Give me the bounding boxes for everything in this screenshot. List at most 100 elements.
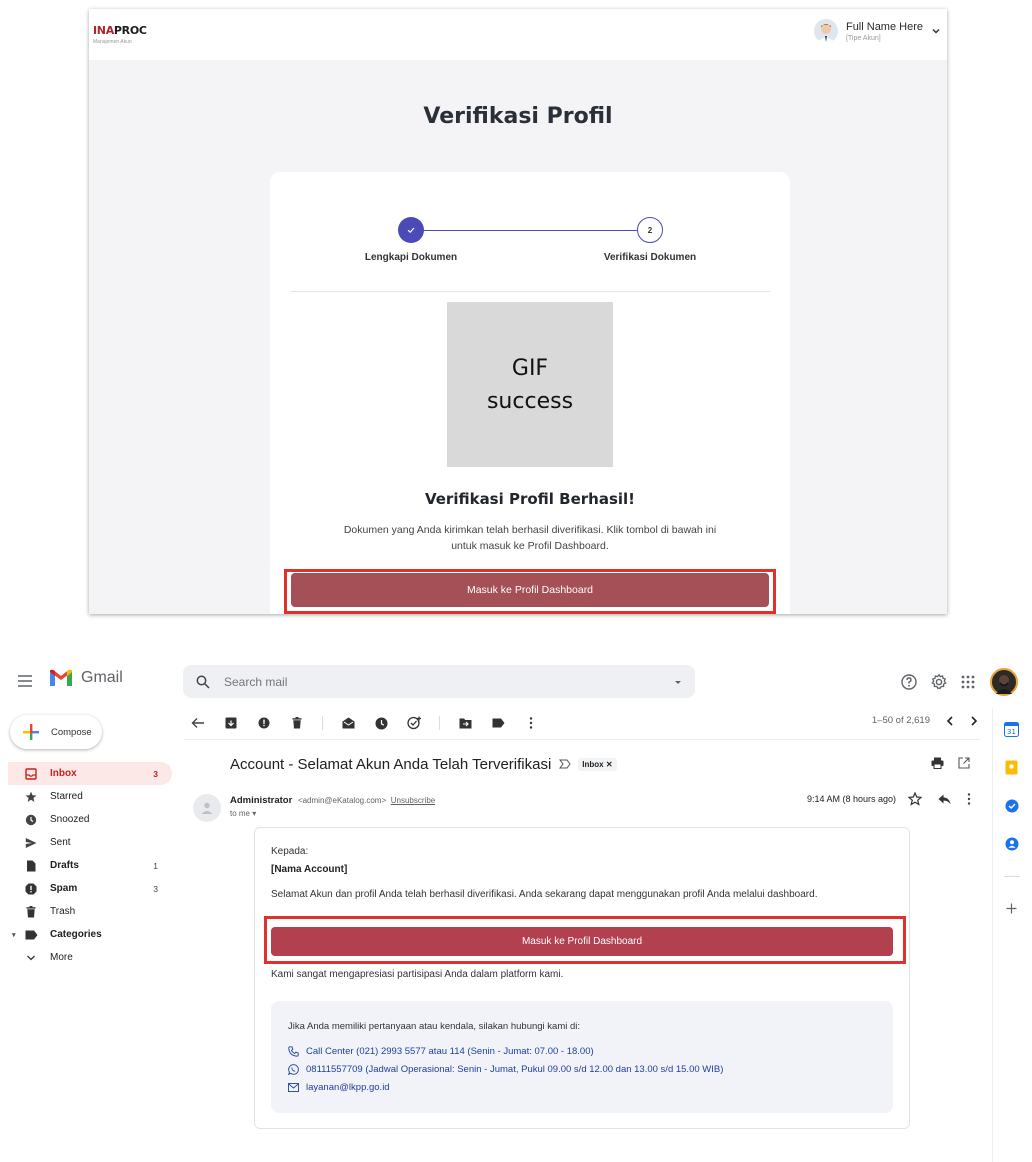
move-to-icon[interactable] — [457, 715, 473, 731]
compose-button[interactable]: Compose — [10, 715, 102, 749]
gmail-m-icon — [50, 669, 72, 686]
contacts-icon[interactable] — [1003, 835, 1020, 852]
mail-icon — [288, 1083, 299, 1092]
more-vert-icon[interactable] — [967, 793, 971, 805]
add-task-icon[interactable] — [406, 715, 422, 731]
contact-whatsapp[interactable]: 08111557709 (Jadwal Operasional: Senin -… — [288, 1064, 723, 1075]
open-in-new-window-icon[interactable] — [958, 757, 970, 769]
sidebar-item-inbox[interactable]: Inbox 3 — [8, 762, 172, 785]
gmail-window: Gmail Compose Inbox 3 Starred Snoozed — [0, 655, 1032, 1162]
message-meta: 9:14 AM (8 hours ago) — [807, 792, 971, 806]
sidebar-item-label: Starred — [50, 791, 83, 802]
recipient-details-toggle[interactable]: to me ▾ — [230, 809, 256, 818]
inbox-label-chip[interactable]: Inbox ✕ — [578, 757, 617, 771]
mark-unread-icon[interactable] — [340, 715, 356, 731]
email-body-card: Kepada: [Nama Account] Selamat Akun dan … — [254, 827, 910, 1129]
contact-intro: Jika Anda memiliki pertanyaan atau kenda… — [288, 1021, 581, 1032]
gmail-wordmark: Gmail — [81, 669, 123, 686]
print-icon[interactable] — [931, 757, 944, 769]
contact-email[interactable]: layanan@lkpp.go.id — [288, 1082, 390, 1093]
add-app-plus-icon[interactable] — [1003, 900, 1020, 917]
stepper-connector — [411, 230, 637, 231]
delete-icon[interactable] — [289, 715, 305, 731]
account-avatar[interactable] — [990, 668, 1018, 696]
gmail-logo[interactable]: Gmail — [49, 669, 123, 687]
message-toolbar: 1–50 of 2,619 — [190, 712, 980, 734]
highlight-box — [264, 916, 906, 964]
label-icon[interactable] — [490, 715, 506, 731]
search-bar[interactable] — [183, 665, 695, 698]
avatar — [813, 19, 838, 43]
label-icon — [24, 930, 38, 940]
importance-marker-icon[interactable] — [559, 759, 571, 769]
toolbar-separator — [439, 716, 440, 730]
search-options-icon[interactable] — [673, 677, 683, 687]
step-2-current: 2 — [637, 217, 663, 243]
inaproc-header: INAPROC Manajemen Akun Full Name Here [T… — [89, 9, 947, 60]
send-icon — [24, 837, 38, 849]
help-icon[interactable] — [900, 673, 918, 691]
user-name: Full Name Here — [845, 20, 923, 33]
gif-label-success: success — [486, 388, 574, 414]
user-account-type: [Tipe Akun] — [845, 34, 881, 42]
back-arrow-icon[interactable] — [190, 715, 206, 731]
search-icon[interactable] — [196, 675, 210, 689]
inaproc-logo[interactable]: INAPROC Manajemen Akun — [93, 21, 147, 45]
sidebar-item-snoozed[interactable]: Snoozed — [8, 808, 172, 831]
step-2-label: Verifikasi Dokumen — [603, 252, 697, 263]
chevron-right-icon[interactable] — [970, 715, 978, 726]
stepper: 2 Lengkapi Dokumen Verifikasi Dokumen — [270, 217, 790, 267]
expand-arrow-icon[interactable]: ▾ — [12, 931, 16, 939]
spam-icon — [24, 883, 38, 895]
pagination-range: 1–50 of 2,619 — [871, 715, 930, 726]
plus-icon — [23, 724, 39, 740]
compose-label: Compose — [51, 726, 92, 738]
report-spam-icon[interactable] — [256, 715, 272, 731]
sidebar-item-starred[interactable]: Starred — [8, 785, 172, 808]
keep-notes-icon[interactable] — [1003, 759, 1020, 776]
email-subject: Account - Selamat Akun Anda Telah Terver… — [230, 755, 552, 773]
reply-icon[interactable] — [938, 794, 951, 805]
contact-call-center[interactable]: Call Center (021) 2993 5577 atau 114 (Se… — [288, 1046, 594, 1057]
unread-count: 3 — [153, 768, 158, 779]
sidebar-item-categories[interactable]: ▾ Categories — [8, 923, 172, 946]
sidebar-item-spam[interactable]: Spam 3 — [8, 877, 172, 900]
star-icon — [24, 791, 38, 803]
sender-name[interactable]: Administrator — [230, 795, 292, 806]
sidebar-item-more[interactable]: More — [8, 946, 172, 969]
archive-icon[interactable] — [223, 715, 239, 731]
tasks-icon[interactable] — [1003, 797, 1020, 814]
recipient-label: to me — [230, 809, 251, 818]
settings-gear-icon[interactable] — [930, 673, 948, 691]
sidebar-item-trash[interactable]: Trash — [8, 900, 172, 923]
snooze-clock-icon[interactable] — [373, 715, 389, 731]
subject-row: Account - Selamat Akun Anda Telah Terver… — [230, 754, 982, 774]
phone-icon — [288, 1046, 299, 1057]
star-outline-icon[interactable] — [908, 792, 922, 806]
step-1-label: Lengkapi Dokumen — [364, 252, 458, 263]
person-icon — [201, 802, 213, 814]
contact-text: layanan@lkpp.go.id — [306, 1082, 390, 1093]
sender-email: <admin@eKatalog.com> — [297, 796, 387, 805]
user-menu[interactable]: Full Name Here [Tipe Akun] — [813, 16, 941, 46]
sender-avatar — [193, 794, 221, 822]
remove-label-icon[interactable]: ✕ — [606, 760, 613, 769]
draft-count: 1 — [153, 860, 158, 871]
unsubscribe-link[interactable]: Unsubscribe — [391, 796, 435, 805]
calendar-icon[interactable]: 31 — [1003, 721, 1020, 738]
divider — [290, 291, 770, 292]
success-title: Verifikasi Profil Berhasil! — [424, 490, 636, 508]
sidebar-item-sent[interactable]: Sent — [8, 831, 172, 854]
toolbar-separator — [322, 716, 323, 730]
hamburger-menu-icon[interactable] — [18, 675, 32, 687]
clock-icon — [24, 814, 38, 826]
sender-line: Administrator <admin@eKatalog.com> Unsub… — [230, 795, 435, 806]
chevron-left-icon[interactable] — [946, 715, 954, 726]
sidebar-item-drafts[interactable]: Drafts 1 — [8, 854, 172, 877]
chevron-down-icon[interactable] — [931, 26, 941, 36]
sidebar-item-label: Inbox — [50, 768, 77, 779]
more-vert-icon[interactable] — [523, 715, 539, 731]
apps-grid-icon[interactable] — [960, 674, 976, 690]
search-input[interactable] — [224, 674, 644, 689]
svg-text:31: 31 — [1007, 728, 1016, 736]
